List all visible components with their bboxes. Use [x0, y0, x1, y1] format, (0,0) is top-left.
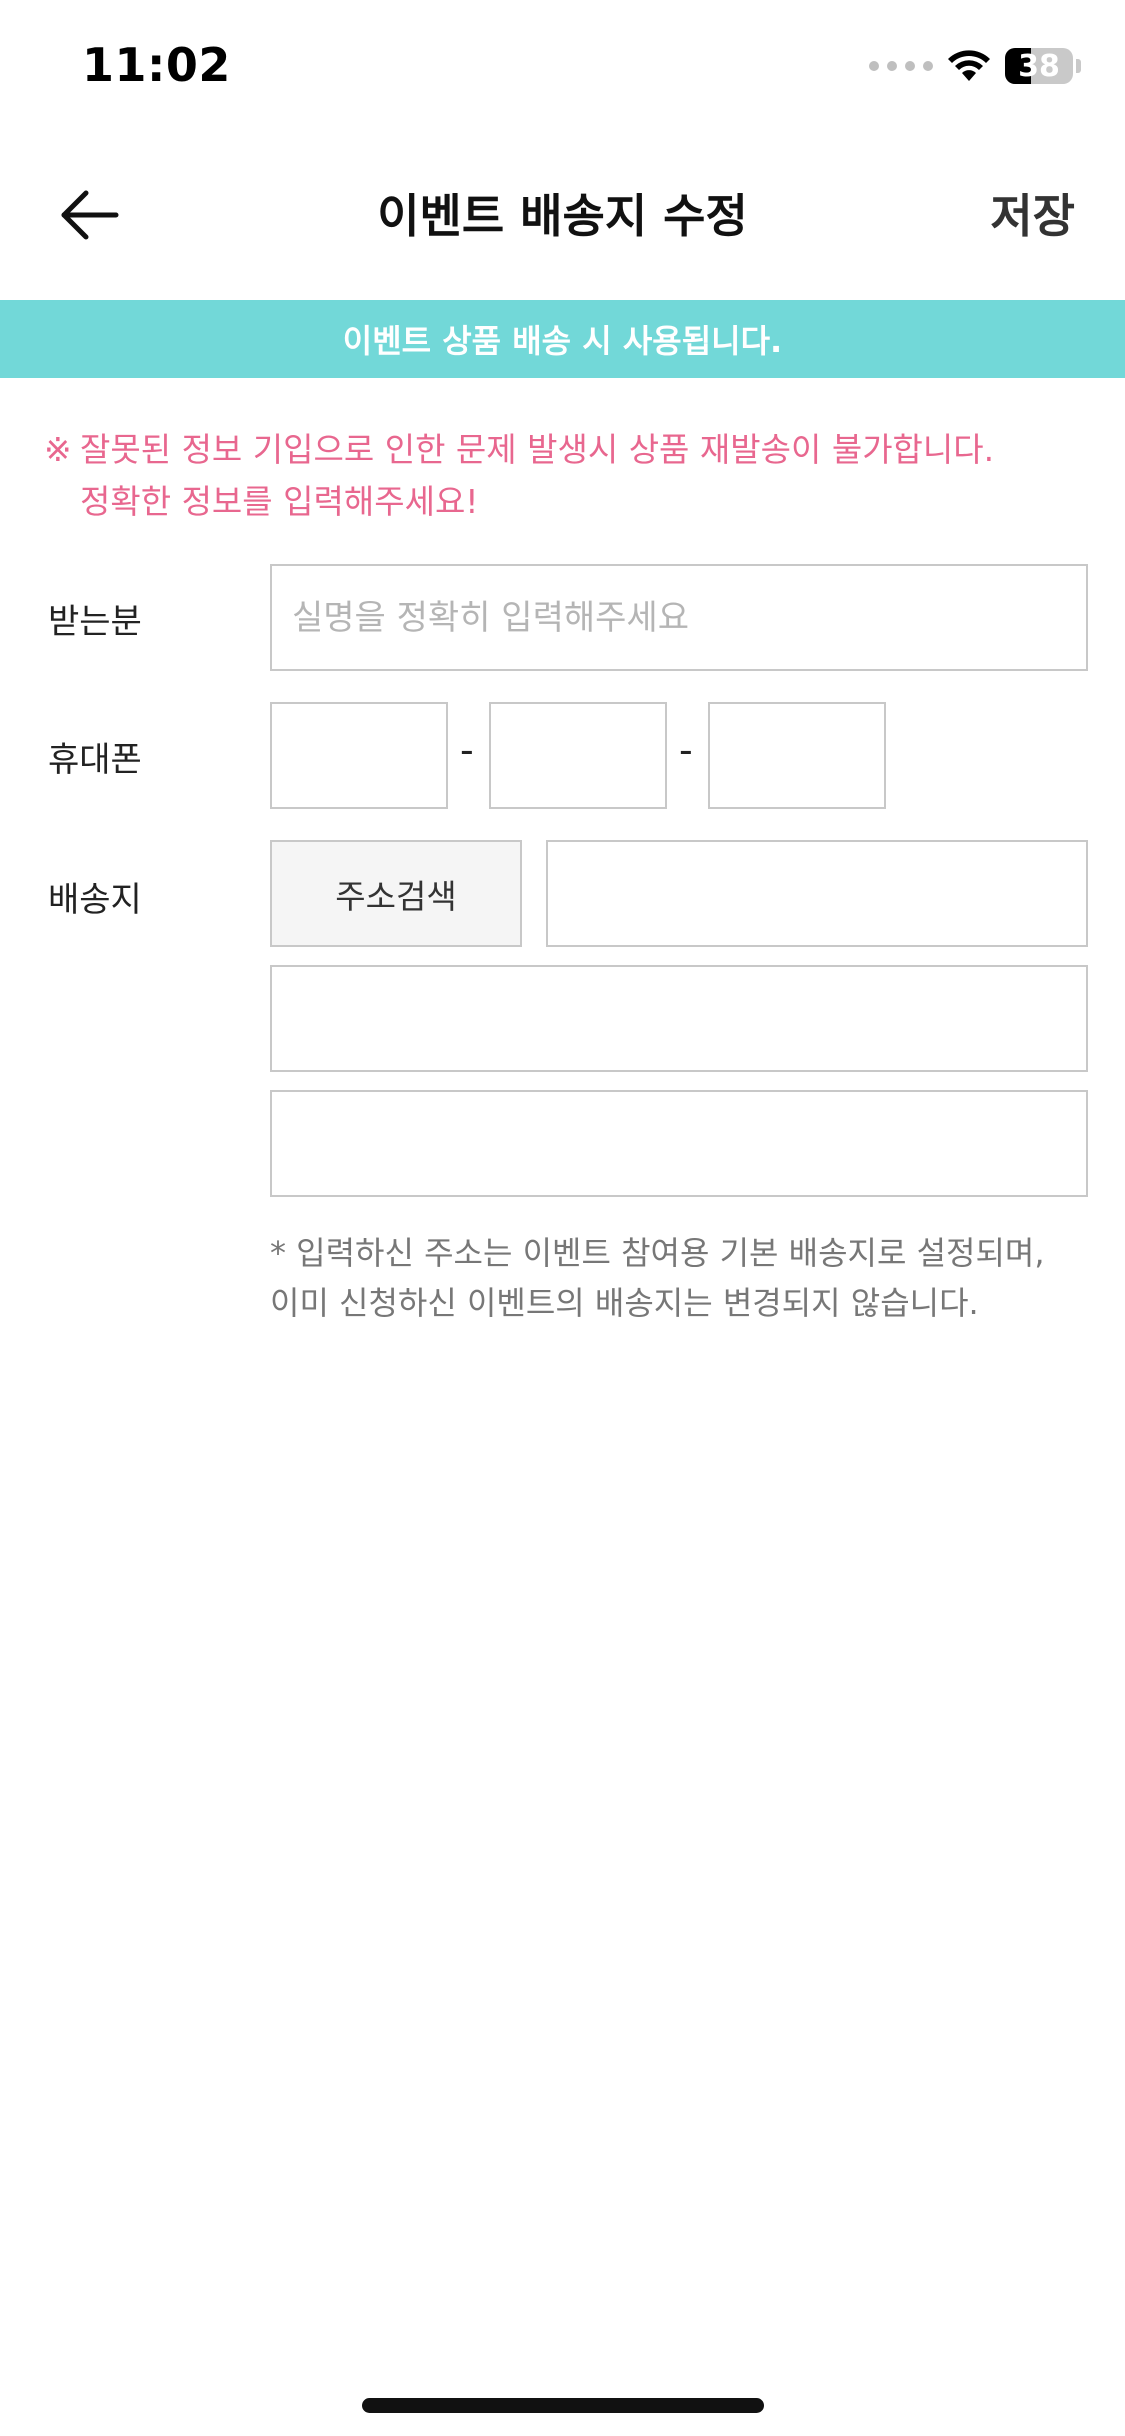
status-icons: 38 — [869, 46, 1081, 86]
warning-mark: ※ — [44, 430, 72, 469]
phone-separator-2: - — [679, 728, 693, 772]
warning-text-1: 잘못된 정보 기입으로 인한 문제 발생시 상품 재발송이 불가합니다. — [80, 430, 995, 469]
info-banner: 이벤트 상품 배송 시 사용됩니다. — [0, 300, 1125, 378]
zipcode-input[interactable] — [546, 840, 1088, 947]
phone-separator-1: - — [460, 728, 474, 772]
status-bar: 11:02 38 — [0, 0, 1125, 140]
battery-tip — [1076, 59, 1081, 73]
page-title: 이벤트 배송지 수정 — [377, 189, 748, 243]
address-line2-input[interactable] — [270, 1090, 1088, 1197]
save-button[interactable]: 저장 — [990, 180, 1075, 246]
battery-icon: 38 — [1005, 48, 1073, 84]
address-note-line-2: 이미 신청하신 이벤트의 배송지는 변경되지 않습니다. — [270, 1284, 979, 1322]
wifi-icon — [948, 50, 990, 81]
cellular-signal-icon — [869, 61, 933, 71]
warning-text-2: 정확한 정보를 입력해주세요! — [80, 482, 479, 521]
battery-level: 38 — [1018, 48, 1060, 84]
navigation-header: 이벤트 배송지 수정 저장 — [0, 150, 1125, 280]
home-indicator[interactable] — [362, 2398, 764, 2413]
address-note: * 입력하신 주소는 이벤트 참여용 기본 배송지로 설정되며, 이미 신청하신… — [270, 1228, 1090, 1328]
warning-message: ※ 잘못된 정보 기입으로 인한 문제 발생시 상품 재발송이 불가합니다. 정… — [44, 424, 1084, 528]
phone-part3-input[interactable] — [708, 702, 886, 809]
address-label: 배송지 — [48, 880, 142, 920]
warning-line-1: ※ 잘못된 정보 기입으로 인한 문제 발생시 상품 재발송이 불가합니다. — [44, 424, 1084, 476]
search-address-button[interactable]: 주소검색 — [270, 840, 522, 947]
address-note-line-1: * 입력하신 주소는 이벤트 참여용 기본 배송지로 설정되며, — [270, 1234, 1045, 1272]
address-line1-input[interactable] — [270, 965, 1088, 1072]
phone-part2-input[interactable] — [489, 702, 667, 809]
recipient-label: 받는분 — [48, 602, 142, 642]
phone-part1-input[interactable] — [270, 702, 448, 809]
phone-label: 휴대폰 — [48, 740, 142, 780]
recipient-name-input[interactable] — [270, 564, 1088, 671]
status-time: 11:02 — [82, 38, 231, 92]
warning-line-2: 정확한 정보를 입력해주세요! — [44, 476, 1084, 528]
